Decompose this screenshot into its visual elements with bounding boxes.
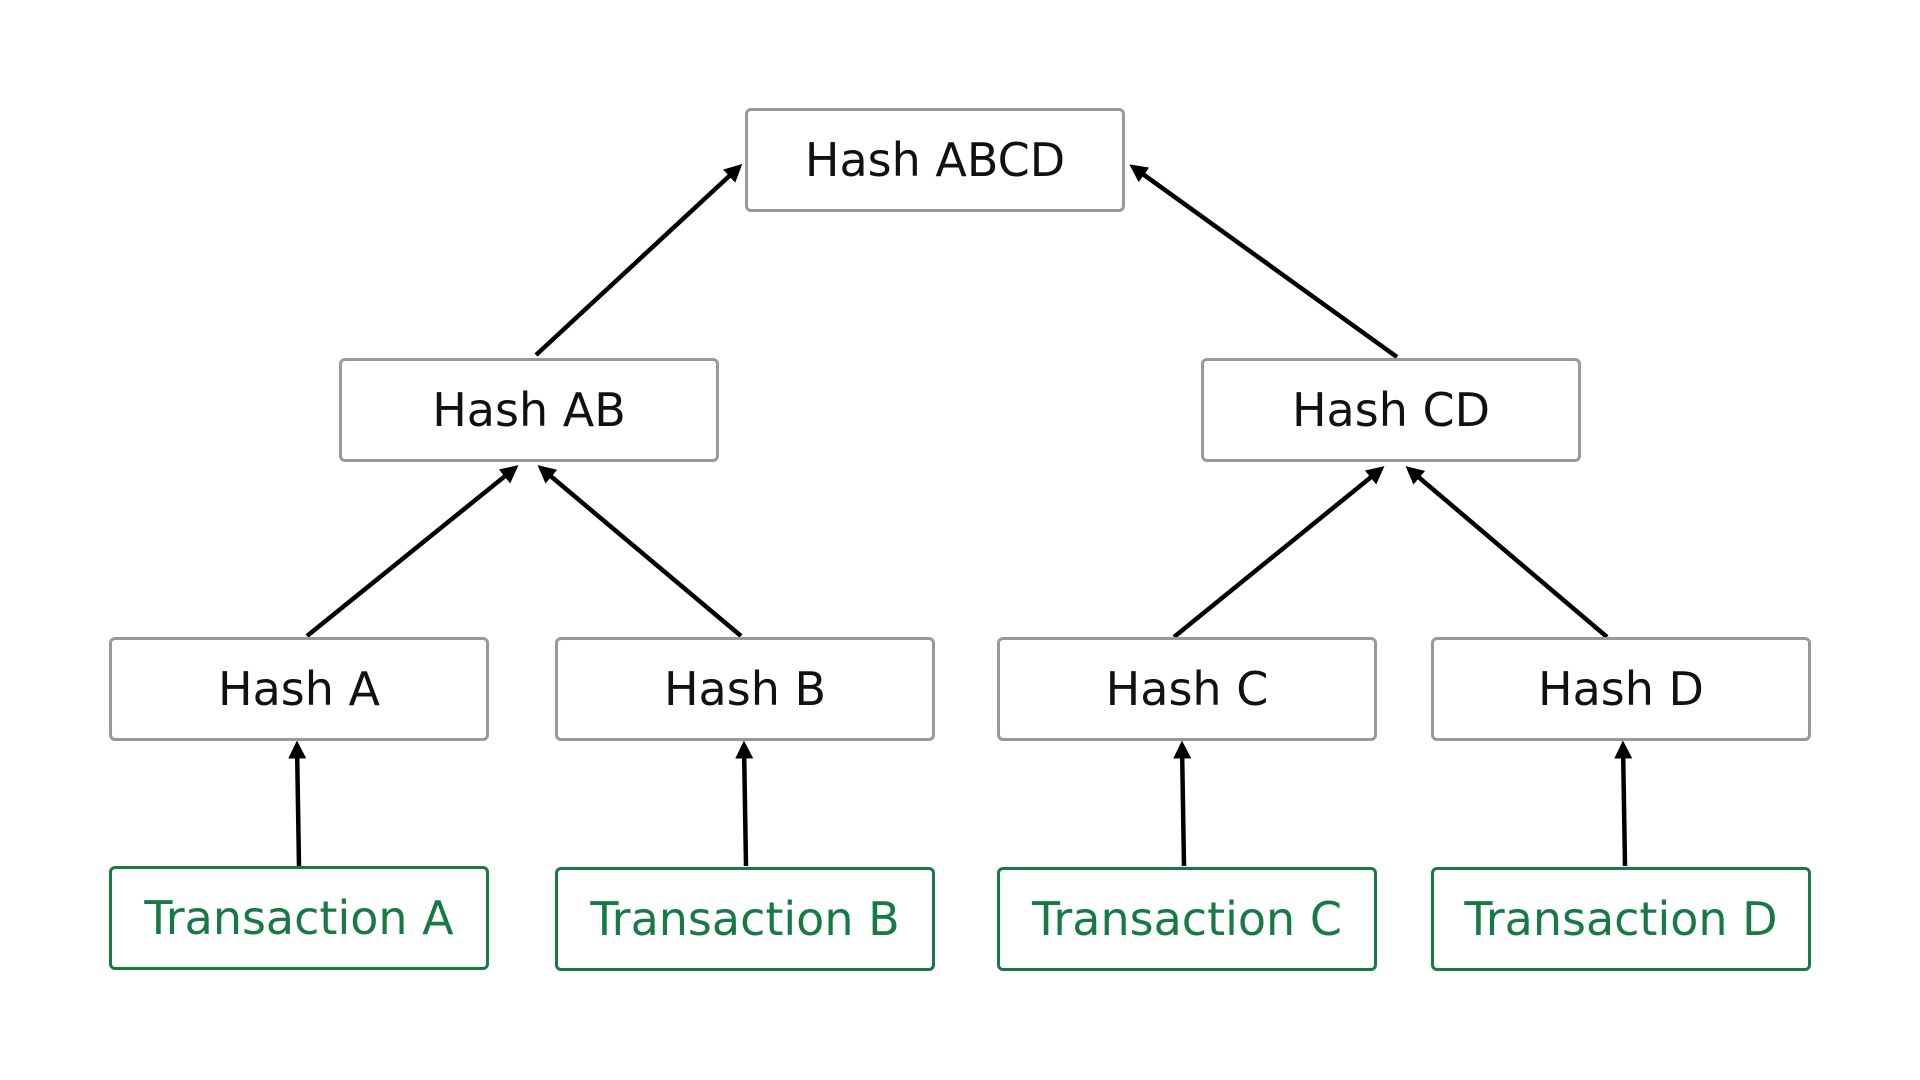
node-hash-a: Hash A <box>109 637 489 741</box>
node-hash-ab: Hash AB <box>339 358 719 462</box>
node-label: Transaction D <box>1464 892 1778 946</box>
node-label: Hash ABCD <box>804 133 1066 187</box>
node-label: Transaction B <box>590 892 900 946</box>
node-hash-cd: Hash CD <box>1201 358 1581 462</box>
node-transaction-d: Transaction D <box>1431 867 1811 971</box>
node-hash-c: Hash C <box>997 637 1377 741</box>
edge-hash-cd-to-root <box>1129 164 1399 359</box>
edge-tx-a-to-hash-a <box>288 740 307 867</box>
node-label: Hash CD <box>1291 383 1491 437</box>
node-transaction-c: Transaction C <box>997 867 1377 971</box>
edge-tx-d-to-hash-d <box>1614 740 1633 867</box>
edge-hash-d-to-hash-cd <box>1405 466 1609 639</box>
node-label: Hash C <box>1105 662 1269 716</box>
node-transaction-b: Transaction B <box>555 867 935 971</box>
edge-tx-b-to-hash-b <box>735 740 754 867</box>
node-label: Hash AB <box>432 383 626 437</box>
node-hash-d: Hash D <box>1431 637 1811 741</box>
edge-tx-c-to-hash-c <box>1173 740 1192 867</box>
node-label: Transaction A <box>144 891 454 945</box>
node-hash-abcd: Hash ABCD <box>745 108 1125 212</box>
node-label: Hash A <box>218 662 380 716</box>
edge-hash-a-to-hash-ab <box>305 465 519 638</box>
node-label: Transaction C <box>1032 892 1342 946</box>
node-transaction-a: Transaction A <box>109 866 489 970</box>
edge-hash-c-to-hash-cd <box>1172 466 1385 639</box>
edge-hash-b-to-hash-ab <box>537 465 743 638</box>
node-label: Hash D <box>1538 662 1704 716</box>
edge-hash-ab-to-root <box>534 163 743 357</box>
node-label: Hash B <box>663 662 827 716</box>
node-hash-b: Hash B <box>555 637 935 741</box>
